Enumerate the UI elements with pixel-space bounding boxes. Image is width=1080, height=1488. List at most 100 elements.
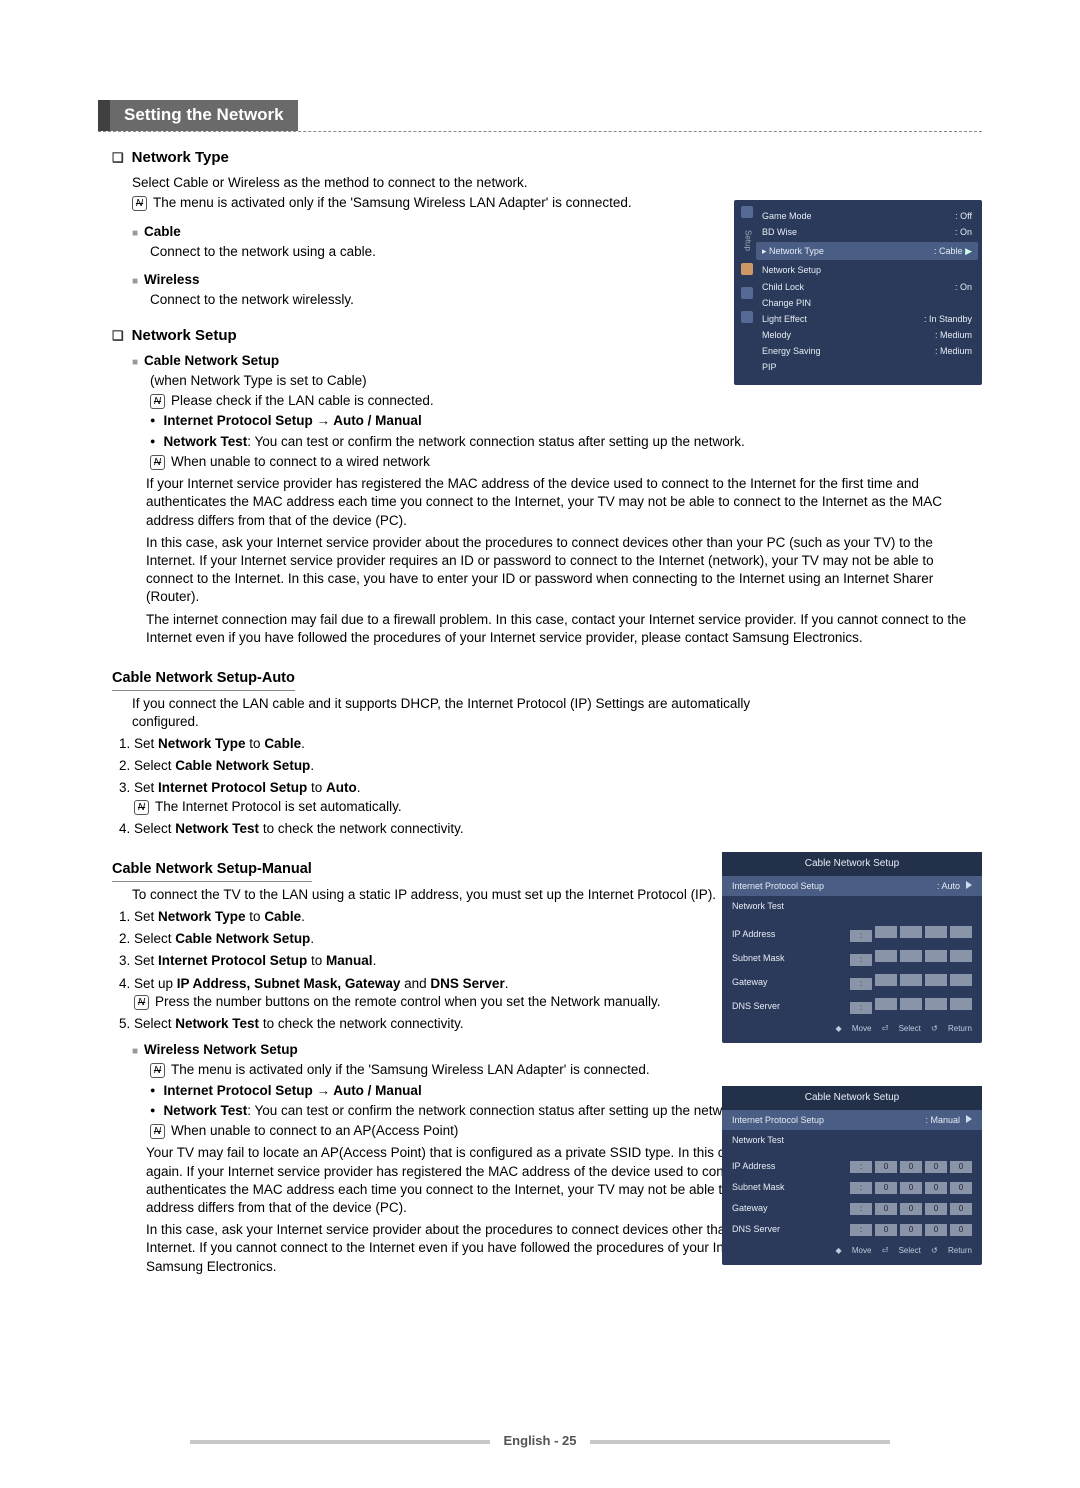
steps-manual: Set Network Type to Cable. Select Cable … — [118, 908, 758, 1033]
note: When unable to connect to a wired networ… — [150, 453, 982, 471]
text: The internet connection may fail due to … — [146, 611, 982, 647]
label: Network Test — [732, 900, 784, 912]
text: If you connect the LAN cable and it supp… — [132, 695, 772, 731]
osd-row: PIP — [762, 359, 972, 375]
value: : Auto — [937, 881, 960, 891]
text: (when Network Type is set to Cable) — [150, 373, 367, 388]
osd-row: Network Test — [722, 896, 982, 916]
step: Select Cable Network Setup. — [134, 930, 758, 948]
step: Select Network Test to check the network… — [134, 1015, 758, 1033]
label: Network Setup — [762, 264, 821, 276]
hint: Select — [899, 1024, 921, 1033]
osd-row: Melody: Medium — [762, 327, 972, 343]
osd-row: Gateway :0000 — [722, 1198, 982, 1219]
label: Network Test — [732, 1134, 784, 1146]
osd-footer: ◆ Move ⏎ Select ↺ Return — [722, 1018, 982, 1035]
ip-cells: : — [847, 974, 972, 990]
osd-row: IP Address: — [722, 922, 982, 946]
ip-cells: :0000 — [847, 1223, 972, 1236]
osd-row: DNS Server:0000 — [722, 1219, 982, 1240]
chevron-right-icon: ▶ — [965, 246, 972, 256]
osd-row-highlight: ▸ Network Type : Cable ▶ — [756, 242, 978, 260]
menu-icon — [741, 311, 753, 323]
heading: Network Setup — [112, 327, 237, 344]
label: Network Type — [769, 246, 824, 256]
note: The menu is activated only if the 'Samsu… — [150, 1061, 982, 1079]
osd-title: Cable Network Setup — [722, 1086, 982, 1110]
step: Set Network Type to Cable. — [134, 908, 758, 926]
label: Light Effect — [762, 313, 807, 325]
value: : Medium — [935, 345, 972, 357]
label: Cable Network Setup — [132, 353, 279, 368]
osd-row: BD Wise: On — [762, 224, 972, 240]
heading-network-type: Network Type — [112, 148, 982, 168]
paragraph-block: If your Internet service provider has re… — [146, 475, 982, 647]
label: Cable — [132, 224, 181, 239]
osd-row: Subnet Mask :0000 — [722, 1177, 982, 1198]
label: IP Address — [732, 928, 775, 940]
text: To connect the TV to the LAN using a sta… — [132, 886, 772, 904]
paragraph: To connect the TV to the LAN using a sta… — [132, 886, 772, 904]
osd-row-highlight: Internet Protocol Setup : Auto — [722, 876, 982, 896]
note: Press the number buttons on the remote c… — [134, 993, 758, 1011]
cursor-icon: ▸ — [762, 246, 767, 256]
divider — [98, 131, 982, 132]
page-footer: English - 25 — [0, 1432, 1080, 1450]
label: Subnet Mask — [732, 1181, 785, 1193]
osd-setup-menu: Setup Game Mode: Off BD Wise: On ▸ Netwo… — [734, 200, 982, 385]
label: Melody — [762, 329, 791, 341]
heading: Network Type — [112, 149, 229, 166]
ip-cells: : — [847, 950, 972, 966]
subheading-manual: Cable Network Setup-Manual — [112, 860, 312, 882]
hint: Move — [852, 1024, 872, 1033]
osd-cable-setup-auto: Cable Network Setup Internet Protocol Se… — [722, 852, 982, 1043]
hint: Return — [948, 1024, 972, 1033]
menu-icon — [741, 206, 753, 218]
hint: Select — [899, 1246, 921, 1255]
osd-row: DNS Server: — [722, 994, 982, 1018]
label: Wireless — [132, 272, 199, 287]
label: PIP — [762, 361, 777, 373]
osd-row: Network Test — [722, 1130, 982, 1150]
step: Select Cable Network Setup. — [134, 757, 758, 775]
label: Child Lock — [762, 281, 804, 293]
note: The menu is activated only if the 'Samsu… — [132, 194, 772, 212]
label: DNS Server — [732, 1000, 780, 1012]
osd-row: Change PIN — [762, 295, 972, 311]
text: Select Cable or Wireless as the method t… — [132, 174, 772, 192]
setup-tab-label: Setup — [742, 230, 753, 251]
paragraph: Select Cable or Wireless as the method t… — [132, 174, 772, 212]
osd-row: Energy Saving : Medium — [762, 343, 972, 359]
osd-row: Game Mode: Off — [762, 208, 972, 224]
hint: Return — [948, 1246, 972, 1255]
osd-row: Light Effect: In Standby — [762, 311, 972, 327]
value: : On — [955, 226, 972, 238]
setup-icon — [741, 263, 753, 275]
text: In this case, ask your Internet service … — [146, 534, 982, 607]
subheading-auto: Cable Network Setup-Auto — [112, 669, 295, 691]
label: Energy Saving — [762, 345, 821, 357]
label: Wireless Network Setup — [132, 1042, 298, 1057]
osd-row: Subnet Mask: — [722, 946, 982, 970]
chevron-right-icon — [966, 1115, 972, 1123]
label: IP Address — [732, 1160, 775, 1172]
step: Set Internet Protocol Setup to Manual. — [134, 952, 758, 970]
osd-row-highlight: Internet Protocol Setup : Manual — [722, 1110, 982, 1130]
step: Select Network Test to check the network… — [134, 820, 758, 838]
hint: Move — [852, 1246, 872, 1255]
menu-icon — [741, 287, 753, 299]
ip-cells: : — [847, 926, 972, 942]
ip-cells: :0000 — [847, 1202, 972, 1215]
value: : Off — [955, 210, 972, 222]
label: Subnet Mask — [732, 952, 785, 964]
bullet: Internet Protocol Setup → Auto / Manual — [150, 412, 982, 430]
label: Internet Protocol Setup — [732, 1114, 824, 1126]
bullet: Network Test: You can test or confirm th… — [150, 433, 982, 451]
osd-sidebar: Setup — [738, 206, 756, 379]
section-header: Setting the Network — [98, 100, 298, 131]
osd-cable-setup-manual: Cable Network Setup Internet Protocol Se… — [722, 1086, 982, 1265]
label: Gateway — [732, 1202, 768, 1214]
page: Setting the Network Setup Game Mode: Off… — [0, 0, 1080, 1488]
step: Set Internet Protocol Setup to Auto. The… — [134, 779, 758, 815]
ip-cells: :0000 — [847, 1181, 972, 1194]
